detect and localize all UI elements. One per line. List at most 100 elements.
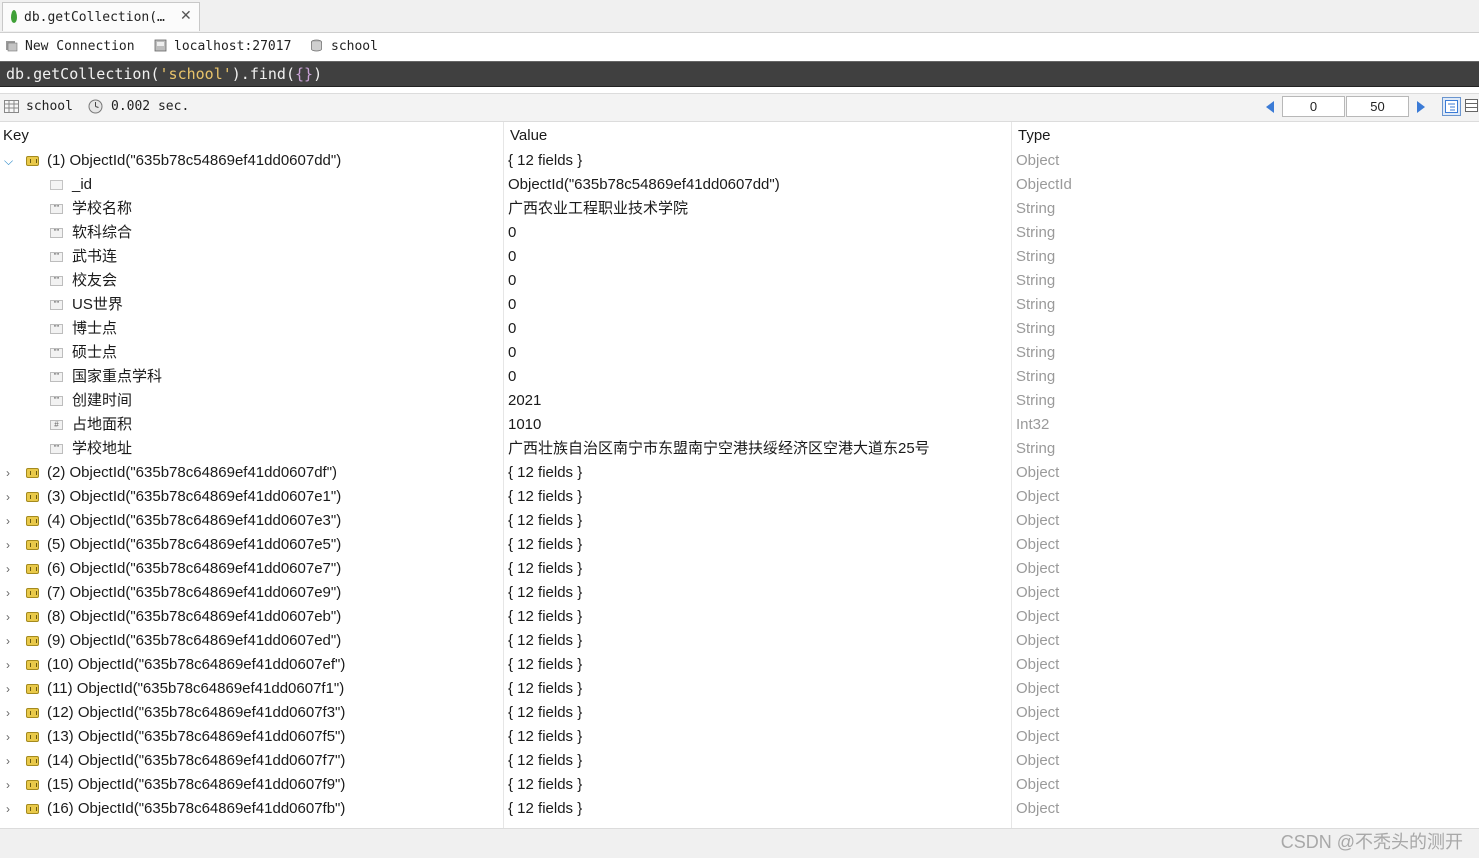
field-type: String [1016, 344, 1056, 361]
table-row[interactable]: › (6) ObjectId("635b78c64869ef41dd0607e7… [0, 557, 1479, 581]
table-row[interactable]: "" 创建时间 2021 String [0, 389, 1479, 413]
field-value: 0 [508, 344, 517, 361]
object-icon [26, 636, 39, 646]
previous-page-icon[interactable] [1266, 101, 1274, 113]
table-row[interactable]: ⌵ (1) ObjectId("635b78c54869ef41dd0607dd… [0, 149, 1479, 173]
next-page-icon[interactable] [1417, 101, 1425, 113]
document-key: (12) ObjectId("635b78c64869ef41dd0607f3"… [47, 704, 346, 721]
query-editor[interactable]: db.getCollection('school').find({}) [0, 61, 1479, 87]
field-key: 软科综合 [72, 224, 133, 241]
field-key: _id [72, 176, 93, 193]
field-value: 2021 [508, 392, 542, 409]
tree-view-button[interactable] [1442, 97, 1461, 116]
document-value: { 12 fields } [508, 560, 583, 577]
document-value: { 12 fields } [508, 776, 583, 793]
document-key: (10) ObjectId("635b78c64869ef41dd0607ef"… [47, 656, 346, 673]
table-row[interactable]: "" 国家重点学科 0 String [0, 365, 1479, 389]
chevron-right-icon[interactable]: › [6, 509, 10, 533]
collection-table-icon [4, 100, 19, 113]
field-key: 占地面积 [72, 416, 133, 433]
document-value: { 12 fields } [508, 512, 583, 529]
column-header-type[interactable]: Type [1018, 127, 1051, 144]
column-header-key[interactable]: Key [3, 127, 29, 144]
host-label[interactable]: localhost:27017 [174, 39, 291, 54]
chevron-right-icon[interactable]: › [6, 797, 10, 821]
chevron-right-icon[interactable]: › [6, 629, 10, 653]
chevron-right-icon[interactable]: › [6, 557, 10, 581]
object-icon [26, 732, 39, 742]
table-row[interactable]: _id ObjectId("635b78c54869ef41dd0607dd")… [0, 173, 1479, 197]
table-row[interactable]: › (8) ObjectId("635b78c64869ef41dd0607eb… [0, 605, 1479, 629]
table-row[interactable]: › (16) ObjectId("635b78c64869ef41dd0607f… [0, 797, 1479, 821]
chevron-down-icon[interactable]: ⌵ [4, 149, 13, 173]
limit-input[interactable]: 50 [1346, 96, 1409, 117]
chevron-right-icon[interactable]: › [6, 605, 10, 629]
table-row[interactable]: › (2) ObjectId("635b78c64869ef41dd0607df… [0, 461, 1479, 485]
table-row[interactable]: "" 武书连 0 String [0, 245, 1479, 269]
document-type: Object [1016, 488, 1060, 505]
document-type: Object [1016, 584, 1060, 601]
chevron-right-icon[interactable]: › [6, 773, 10, 797]
close-icon[interactable]: ✕ [180, 8, 192, 24]
table-row[interactable]: › (3) ObjectId("635b78c64869ef41dd0607e1… [0, 485, 1479, 509]
result-collection-name: school [26, 99, 73, 114]
chevron-right-icon[interactable]: › [6, 749, 10, 773]
database-icon [311, 39, 322, 52]
table-row[interactable]: "" 学校地址 广西壮族自治区南宁市东盟南宁空港扶绥经济区空港大道东25号 St… [0, 437, 1479, 461]
chevron-right-icon[interactable]: › [6, 485, 10, 509]
table-row[interactable]: "" 博士点 0 String [0, 317, 1479, 341]
document-type: Object [1016, 728, 1060, 745]
chevron-right-icon[interactable]: › [6, 533, 10, 557]
document-key: (16) ObjectId("635b78c64869ef41dd0607fb"… [47, 800, 346, 817]
database-label[interactable]: school [331, 39, 378, 54]
field-value: 0 [508, 248, 517, 265]
string-icon: "" [50, 348, 63, 358]
field-type: String [1016, 272, 1056, 289]
string-icon: "" [50, 444, 63, 454]
table-row[interactable]: "" 硕士点 0 String [0, 341, 1479, 365]
table-row[interactable]: "" US世界 0 String [0, 293, 1479, 317]
field-value: 0 [508, 320, 517, 337]
chevron-right-icon[interactable]: › [6, 461, 10, 485]
document-key: (3) ObjectId("635b78c64869ef41dd0607e1") [47, 488, 342, 505]
object-icon [26, 468, 39, 478]
document-value: { 12 fields } [508, 728, 583, 745]
table-row[interactable]: # 占地面积 1010 Int32 [0, 413, 1479, 437]
field-key: 博士点 [72, 320, 118, 337]
table-row[interactable]: "" 学校名称 广西农业工程职业技术学院 String [0, 197, 1479, 221]
table-row[interactable]: › (10) ObjectId("635b78c64869ef41dd0607e… [0, 653, 1479, 677]
new-connection-label[interactable]: New Connection [25, 39, 135, 54]
chevron-right-icon[interactable]: › [6, 725, 10, 749]
table-row[interactable]: › (12) ObjectId("635b78c64869ef41dd0607f… [0, 701, 1479, 725]
table-row[interactable]: › (7) ObjectId("635b78c64869ef41dd0607e9… [0, 581, 1479, 605]
chevron-right-icon[interactable]: › [6, 677, 10, 701]
table-row[interactable]: › (14) ObjectId("635b78c64869ef41dd0607f… [0, 749, 1479, 773]
chevron-right-icon[interactable]: › [6, 653, 10, 677]
chevron-right-icon[interactable]: › [6, 581, 10, 605]
document-value: { 12 fields } [508, 656, 583, 673]
new-connection-icon[interactable] [5, 39, 18, 52]
column-header-value[interactable]: Value [510, 127, 547, 144]
table-row[interactable]: › (9) ObjectId("635b78c64869ef41dd0607ed… [0, 629, 1479, 653]
bottom-strip [0, 828, 1479, 858]
document-type: Object [1016, 752, 1060, 769]
tab-query[interactable]: db.getCollection(… ✕ [2, 2, 200, 31]
field-type: String [1016, 296, 1056, 313]
table-row[interactable]: "" 软科综合 0 String [0, 221, 1479, 245]
table-row[interactable]: › (13) ObjectId("635b78c64869ef41dd0607f… [0, 725, 1479, 749]
query-collection-arg: 'school' [159, 65, 232, 83]
table-row[interactable]: › (4) ObjectId("635b78c64869ef41dd0607e3… [0, 509, 1479, 533]
table-view-button[interactable] [1463, 97, 1479, 116]
table-row[interactable]: › (11) ObjectId("635b78c64869ef41dd0607f… [0, 677, 1479, 701]
document-value: { 12 fields } [508, 152, 583, 169]
field-value: 0 [508, 224, 517, 241]
document-type: Object [1016, 800, 1060, 817]
tree-view-icon [1445, 100, 1458, 113]
skip-input[interactable]: 0 [1282, 96, 1345, 117]
table-row[interactable]: "" 校友会 0 String [0, 269, 1479, 293]
document-key: (14) ObjectId("635b78c64869ef41dd0607f7"… [47, 752, 346, 769]
chevron-right-icon[interactable]: › [6, 701, 10, 725]
table-row[interactable]: › (15) ObjectId("635b78c64869ef41dd0607f… [0, 773, 1479, 797]
field-key: US世界 [72, 296, 123, 313]
table-row[interactable]: › (5) ObjectId("635b78c64869ef41dd0607e5… [0, 533, 1479, 557]
